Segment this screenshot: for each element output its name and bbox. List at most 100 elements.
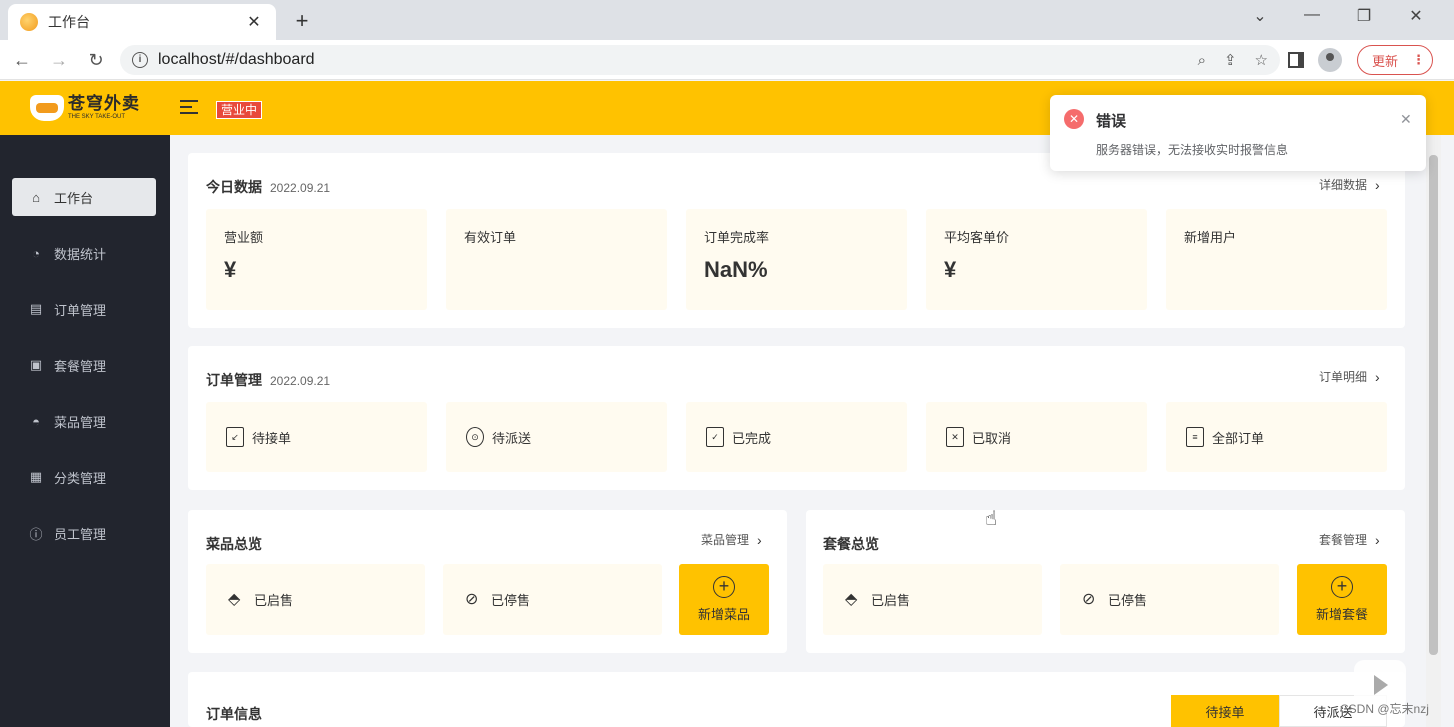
chart-icon: ◔ bbox=[32, 245, 40, 261]
order-item-label: 全部订单 bbox=[1212, 430, 1265, 446]
zoom-icon[interactable]: ⌕ bbox=[1198, 52, 1206, 69]
detail-data-label: 详细数据 bbox=[1319, 178, 1368, 192]
hand-cursor-icon: ☝ bbox=[985, 508, 998, 530]
gift-icon: ▣ bbox=[29, 357, 43, 372]
url-field[interactable]: i localhost/#/dashboard ⌕ ⇪ ☆ bbox=[120, 45, 1280, 75]
scrollbar[interactable] bbox=[1426, 135, 1441, 727]
tab-title: 工作台 bbox=[48, 14, 90, 30]
order-list-icon: ≡ bbox=[1186, 427, 1204, 447]
url-text[interactable]: localhost/#/dashboard bbox=[158, 51, 1180, 69]
stat-completion-rate: 订单完成率 NaN% bbox=[686, 209, 907, 310]
back-button[interactable]: ← bbox=[10, 48, 34, 72]
watermark: CSDN @忘末nzj bbox=[1340, 702, 1429, 716]
error-notification: ✕ 错误 服务器错误，无法接收实时报警信息 ✕ bbox=[1050, 95, 1426, 171]
setmeal-management-link[interactable]: 套餐管理 › bbox=[1319, 531, 1380, 548]
order-pending-delivery[interactable]: ⊙ 待派送 bbox=[446, 402, 667, 472]
scroll-thumb[interactable] bbox=[1429, 155, 1438, 655]
tag-icon: ⬘ bbox=[845, 590, 858, 608]
notification-message: 服务器错误，无法接收实时报警信息 bbox=[1096, 143, 1289, 157]
stat-value: ¥ bbox=[944, 257, 957, 282]
side-panel-icon[interactable] bbox=[1288, 52, 1304, 68]
browser-tabbar: 工作台 ✕ + ⌄ — ❐ ✕ bbox=[0, 0, 1454, 40]
sidebar-item-label: 分类管理 bbox=[54, 470, 107, 486]
browser-tab[interactable]: 工作台 ✕ bbox=[8, 4, 276, 40]
minimize-button[interactable]: — bbox=[1292, 6, 1332, 24]
more-icon: ⋮ bbox=[1412, 52, 1426, 67]
tag-icon: ⬘ bbox=[228, 590, 241, 608]
order-item-label: 待接单 bbox=[252, 430, 292, 446]
order-detail-link[interactable]: 订单明细 › bbox=[1319, 368, 1380, 385]
orders-title-text: 订单管理 bbox=[206, 372, 262, 388]
close-icon[interactable]: ✕ bbox=[1400, 111, 1412, 128]
dish-management-link[interactable]: 菜品管理 › bbox=[701, 531, 762, 548]
sidebar-item-orders[interactable]: ▤ 订单管理 bbox=[12, 290, 156, 328]
order-detail-label: 订单明细 bbox=[1319, 370, 1368, 384]
new-tab-button[interactable]: + bbox=[290, 8, 314, 34]
tab-search-icon[interactable]: ⌄ bbox=[1240, 6, 1280, 26]
chevron-right-icon: › bbox=[1375, 531, 1380, 548]
plus-circle-icon: + bbox=[713, 576, 735, 598]
home-icon: ⌂ bbox=[32, 189, 40, 205]
dish-off-sale[interactable]: ⊘ 已停售 bbox=[443, 564, 662, 635]
sidebar-item-label: 套餐管理 bbox=[54, 358, 107, 374]
info-icon: ⓘ bbox=[29, 526, 43, 542]
update-label: 更新 bbox=[1372, 53, 1399, 69]
today-title: 今日数据 2022.09.21 bbox=[206, 177, 330, 197]
dish-on-sale-label: 已启售 bbox=[254, 593, 294, 608]
today-date: 2022.09.21 bbox=[270, 181, 331, 195]
order-all[interactable]: ≡ 全部订单 bbox=[1166, 402, 1387, 472]
grid-icon: ▦ bbox=[29, 469, 43, 484]
setmeal-overview-card: 套餐总览 套餐管理 › ⬘ 已启售 ⊘ 已停售 + 新增套餐 bbox=[806, 510, 1405, 653]
stat-label: 营业额 bbox=[224, 230, 264, 245]
setmeal-on-sale[interactable]: ⬘ 已启售 bbox=[823, 564, 1042, 635]
logo-icon bbox=[30, 95, 64, 121]
order-management-card: 订单管理 2022.09.21 订单明细 › ↙ 待接单 ⊙ 待派送 ✓ 已完成 ✕… bbox=[188, 346, 1405, 490]
logo: 苍穹外卖 THE SKY TAKE-OUT bbox=[30, 95, 140, 121]
sidebar-item-label: 员工管理 bbox=[54, 526, 107, 542]
reload-button[interactable]: ↻ bbox=[84, 48, 108, 72]
forward-button[interactable]: → bbox=[47, 48, 71, 72]
restore-button[interactable]: ❐ bbox=[1344, 6, 1384, 26]
sidebar-item-statistics[interactable]: ◔ 数据统计 bbox=[12, 234, 156, 272]
update-button[interactable]: 更新 ⋮ bbox=[1357, 45, 1433, 75]
stat-label: 平均客单价 bbox=[944, 230, 1010, 245]
order-cancel-icon: ✕ bbox=[946, 427, 964, 447]
sidebar-item-setmeals[interactable]: ▣ 套餐管理 bbox=[12, 346, 156, 384]
order-item-label: 已完成 bbox=[732, 430, 772, 446]
dish-overview-card: 菜品总览 菜品管理 › ⬘ 已启售 ⊘ 已停售 + 新增菜品 bbox=[188, 510, 787, 653]
dish-on-sale[interactable]: ⬘ 已启售 bbox=[206, 564, 425, 635]
add-dish-label: 新增菜品 bbox=[697, 607, 750, 622]
star-icon[interactable]: ☆ bbox=[1255, 51, 1268, 69]
close-window-button[interactable]: ✕ bbox=[1396, 6, 1436, 26]
logo-title: 苍穹外卖 bbox=[68, 94, 140, 113]
favicon-icon bbox=[20, 13, 38, 31]
sidebar-item-label: 工作台 bbox=[54, 190, 94, 206]
order-cancelled[interactable]: ✕ 已取消 bbox=[926, 402, 1147, 472]
sidebar-item-categories[interactable]: ▦ 分类管理 bbox=[12, 458, 156, 496]
setmeal-on-sale-label: 已启售 bbox=[871, 593, 911, 608]
sidebar-item-dashboard[interactable]: ⌂ 工作台 bbox=[12, 178, 156, 216]
order-completed[interactable]: ✓ 已完成 bbox=[686, 402, 907, 472]
close-tab-icon[interactable]: ✕ bbox=[244, 12, 264, 32]
add-dish-button[interactable]: + 新增菜品 bbox=[679, 564, 769, 635]
address-bar: ← → ↻ i localhost/#/dashboard ⌕ ⇪ ☆ bbox=[0, 40, 1454, 80]
sidebar-item-employees[interactable]: ⓘ 员工管理 bbox=[12, 514, 156, 552]
tag-off-icon: ⊘ bbox=[465, 590, 479, 608]
sidebar-item-dishes[interactable]: ◓ 菜品管理 bbox=[12, 402, 156, 440]
clipboard-icon: ▤ bbox=[29, 301, 43, 316]
tab-pending-accept[interactable]: 待接单 bbox=[1171, 695, 1279, 727]
stat-label: 有效订单 bbox=[464, 230, 517, 245]
setmeal-off-sale[interactable]: ⊘ 已停售 bbox=[1060, 564, 1279, 635]
sidebar-item-label: 订单管理 bbox=[54, 302, 107, 318]
menu-toggle-icon[interactable] bbox=[180, 100, 198, 116]
orders-date: 2022.09.21 bbox=[270, 374, 331, 388]
add-setmeal-button[interactable]: + 新增套餐 bbox=[1297, 564, 1387, 635]
detail-data-link[interactable]: 详细数据 › bbox=[1319, 176, 1380, 193]
profile-icon[interactable] bbox=[1318, 48, 1342, 72]
order-item-label: 待派送 bbox=[492, 430, 532, 446]
dish-off-sale-label: 已停售 bbox=[491, 593, 531, 608]
share-icon[interactable]: ⇪ bbox=[1224, 51, 1237, 69]
setmeals-title: 套餐总览 bbox=[823, 536, 879, 552]
order-pending-accept[interactable]: ↙ 待接单 bbox=[206, 402, 427, 472]
site-info-icon[interactable]: i bbox=[132, 52, 148, 68]
